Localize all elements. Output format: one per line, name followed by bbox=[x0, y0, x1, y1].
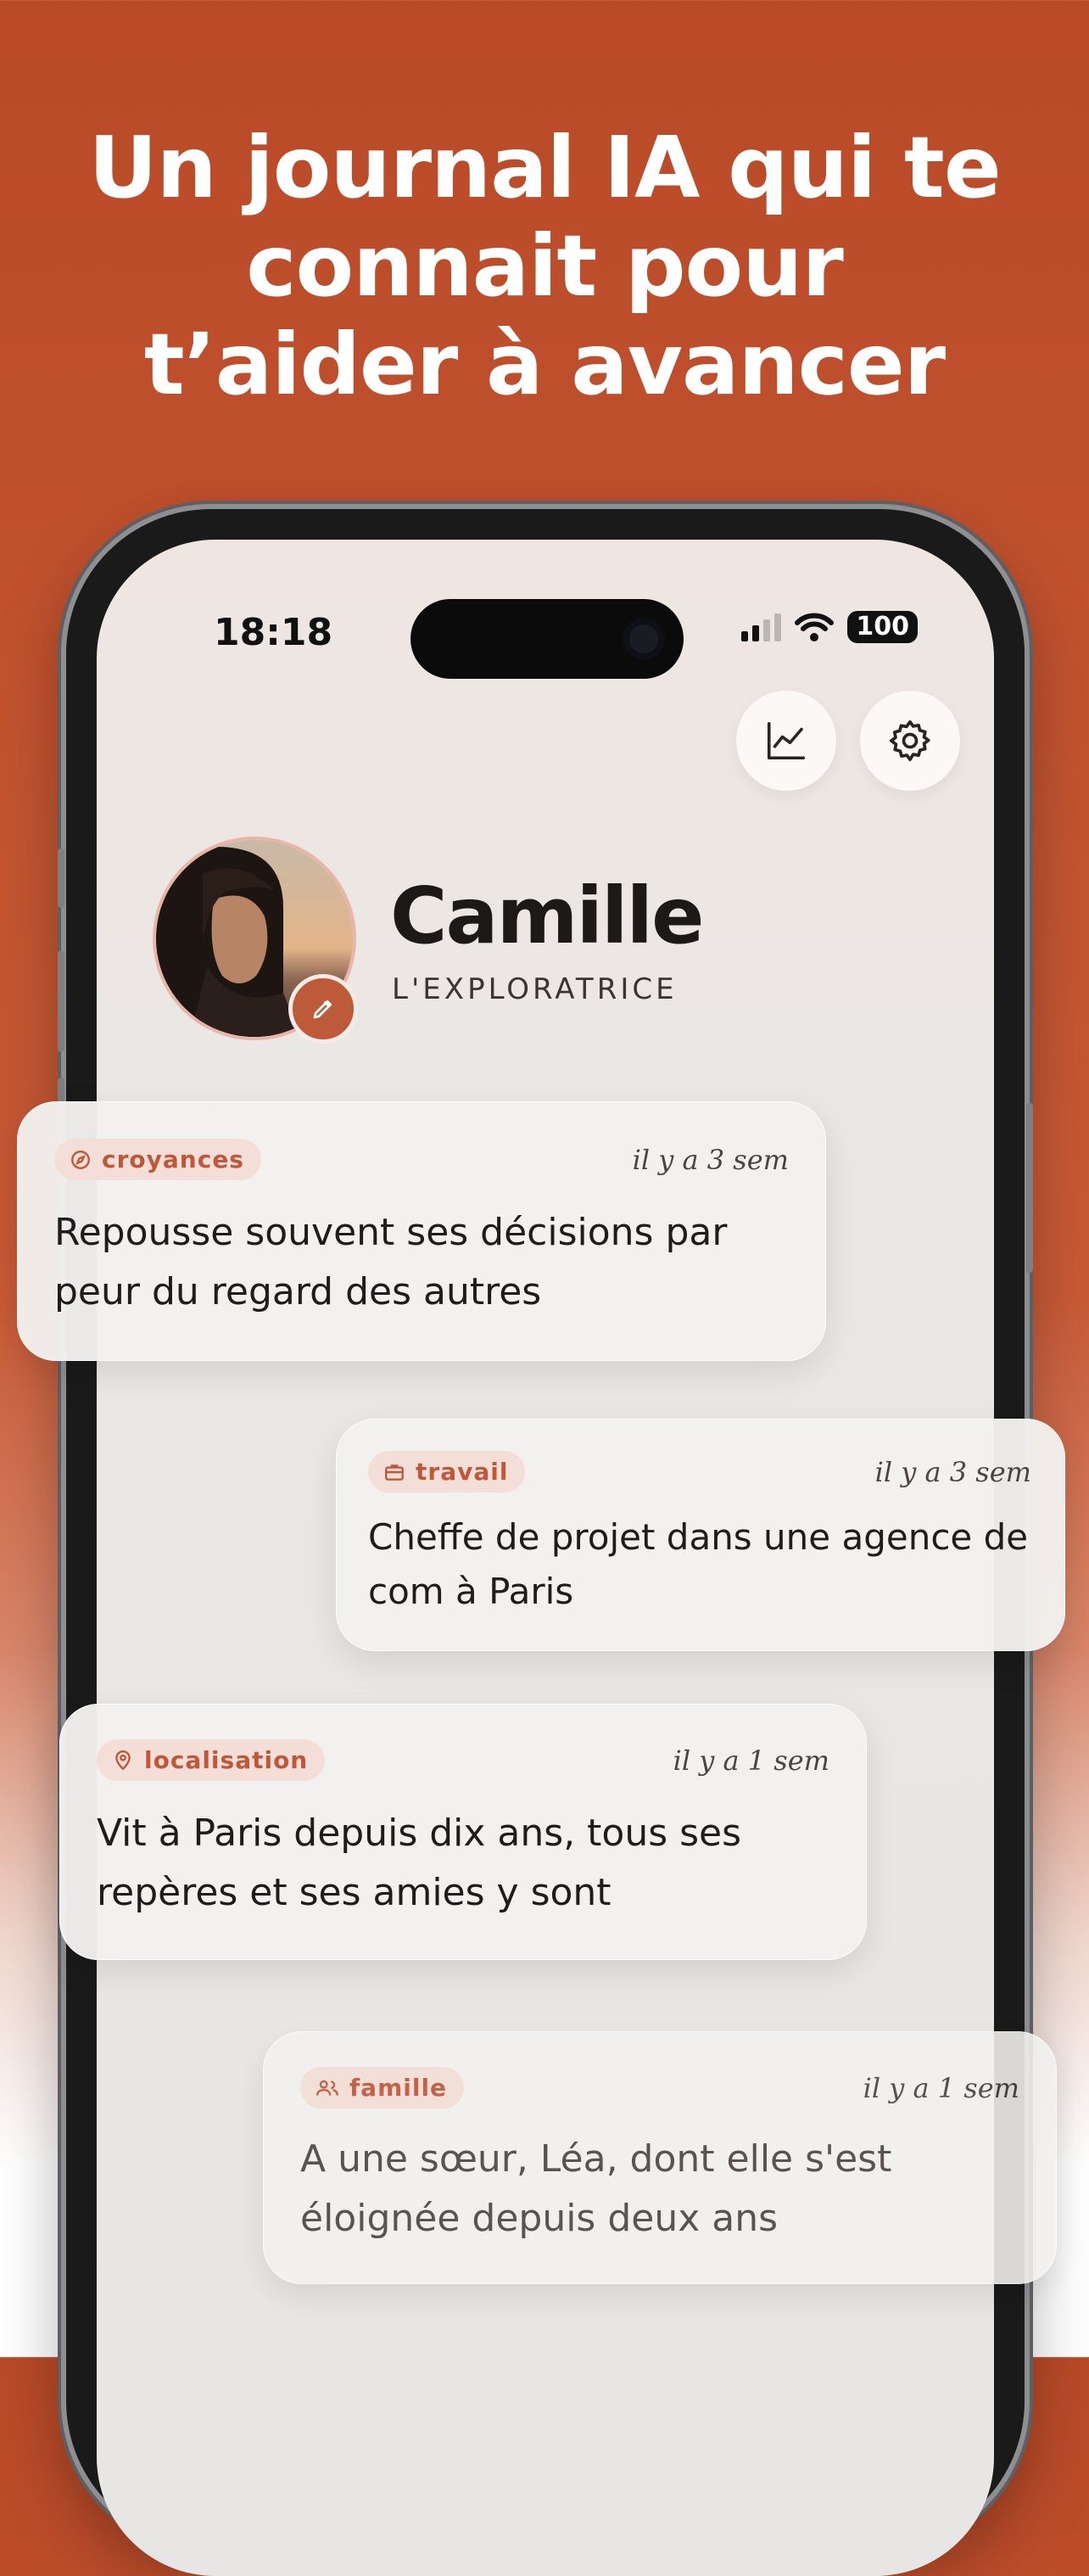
battery-icon: 100 bbox=[847, 611, 918, 643]
status-time: 18:18 bbox=[214, 611, 333, 654]
card-timestamp: il y a 3 sem bbox=[874, 1456, 1031, 1488]
location-pin-icon bbox=[115, 1750, 131, 1770]
camera-icon bbox=[623, 618, 665, 660]
pencil-icon bbox=[313, 1000, 332, 1019]
memory-card[interactable]: travail il y a 3 sem Cheffe de projet da… bbox=[336, 1419, 1065, 1651]
card-timestamp: il y a 3 sem bbox=[632, 1144, 789, 1176]
marketing-headline: Un journal IA qui te connait pour t’aide… bbox=[0, 119, 1089, 414]
headline-line-1: Un journal IA qui te bbox=[88, 118, 1001, 217]
card-text: Vit à Paris depuis dix ans, tous ses rep… bbox=[97, 1812, 742, 1914]
card-timestamp: il y a 1 sem bbox=[673, 1744, 829, 1777]
settings-button[interactable] bbox=[860, 691, 960, 791]
tag-famille: famille bbox=[300, 2067, 465, 2108]
edit-avatar-button[interactable] bbox=[288, 974, 358, 1044]
tag-croyances: croyances bbox=[54, 1139, 261, 1180]
dynamic-island bbox=[410, 599, 684, 679]
tag-travail: travail bbox=[368, 1451, 526, 1492]
headline-line-3: t’aider à avancer bbox=[143, 315, 946, 414]
phone-action-button bbox=[58, 848, 64, 908]
stats-button[interactable] bbox=[736, 691, 836, 791]
compass-icon bbox=[71, 1150, 90, 1169]
phone-power-button bbox=[1026, 1103, 1033, 1273]
card-text: A une sœur, Léa, dont elle s'est éloigné… bbox=[300, 2137, 892, 2240]
tag-label: travail bbox=[416, 1458, 509, 1486]
profile-archetype: L'EXPLORATRICE bbox=[392, 972, 678, 1006]
wifi-icon bbox=[795, 613, 835, 641]
memory-card[interactable]: croyances il y a 3 sem Repousse souvent … bbox=[17, 1101, 826, 1361]
tag-label: croyances bbox=[102, 1145, 244, 1173]
phone-volume-up-button bbox=[58, 950, 64, 1052]
card-timestamp: il y a 1 sem bbox=[863, 2072, 1019, 2104]
profile-name: Camille bbox=[390, 871, 704, 961]
memory-card[interactable]: localisation il y a 1 sem Vit à Paris de… bbox=[59, 1704, 867, 1960]
status-indicators: 100 bbox=[741, 611, 918, 643]
memory-card[interactable]: famille il y a 1 sem A une sœur, Léa, do… bbox=[263, 2031, 1057, 2284]
card-text: Repousse souvent ses décisions par peur … bbox=[54, 1211, 728, 1313]
headline-line-2: connait pour bbox=[246, 216, 844, 316]
tag-label: localisation bbox=[144, 1746, 309, 1774]
briefcase-icon bbox=[385, 1464, 404, 1481]
card-text: Cheffe de projet dans une agence de com … bbox=[368, 1516, 1029, 1612]
tag-localisation: localisation bbox=[97, 1739, 326, 1781]
chart-line-icon bbox=[767, 721, 806, 760]
people-icon bbox=[316, 2080, 339, 2096]
tag-label: famille bbox=[349, 2074, 448, 2102]
gear-icon bbox=[889, 720, 930, 762]
cellular-signal-icon bbox=[741, 613, 782, 641]
